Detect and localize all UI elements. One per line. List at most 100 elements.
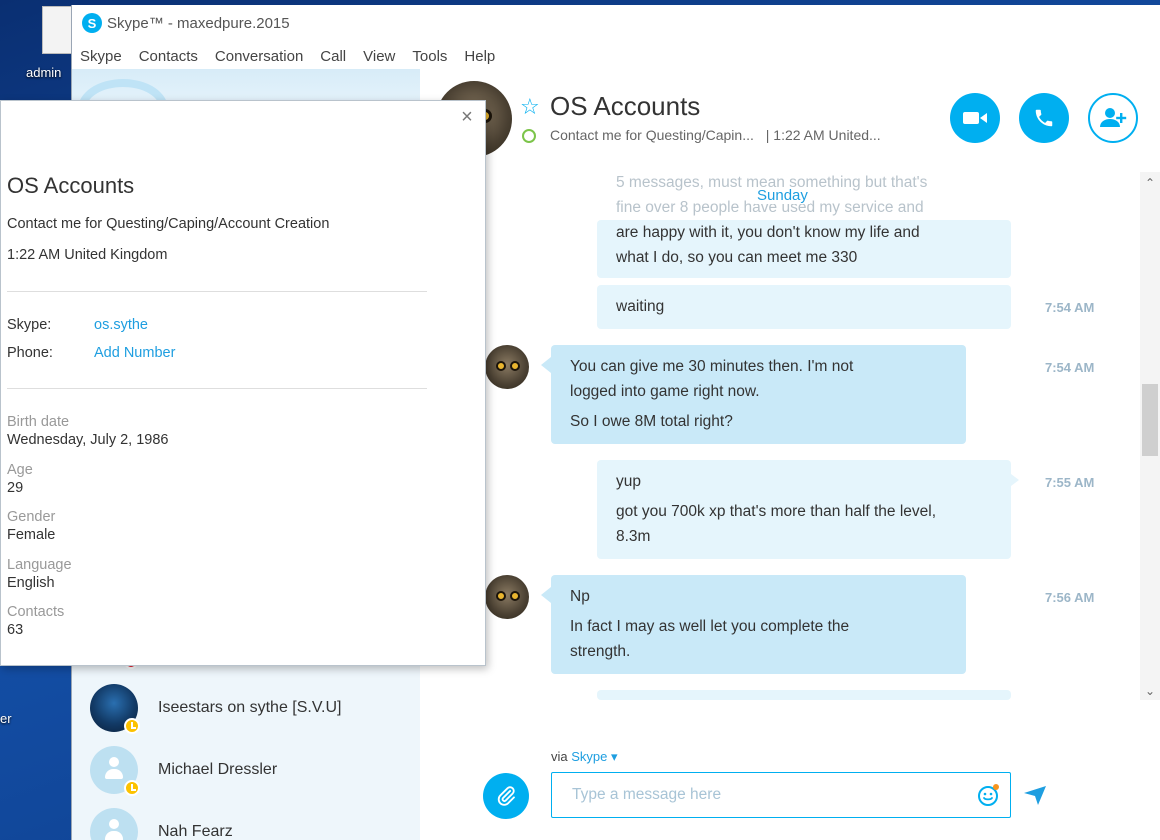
message-bubble-outgoing[interactable]: waiting — [597, 285, 1011, 329]
message-bubble-incoming[interactable]: You can give me 30 minutes then. I'm not… — [541, 345, 966, 444]
message-line: In fact I may as well let you complete t… — [570, 618, 850, 635]
menu-view[interactable]: View — [363, 48, 395, 65]
message-input[interactable] — [551, 772, 1011, 818]
contacts-count-label: Contacts — [7, 604, 65, 620]
paperclip-icon — [497, 786, 515, 806]
conversation-mood: Contact me for Questing/Capin... | 1:22 … — [550, 127, 881, 143]
message-timestamp: 7:55 AM — [1045, 475, 1095, 490]
contact-name: Nah Fearz — [158, 823, 233, 840]
title-bar: S Skype™ - maxedpure.2015 — [72, 5, 1160, 41]
message-line: 8.3m — [616, 528, 651, 545]
menu-skype[interactable]: Skype — [80, 48, 122, 65]
profile-name: OS Accounts — [7, 173, 135, 198]
owl-eye-right — [510, 591, 520, 601]
via-selector[interactable]: via Skype ▾ — [551, 749, 618, 765]
profile-mood: Contact me for Questing/Caping/Account C… — [7, 216, 330, 232]
message-bubble-incoming[interactable]: Np In fact I may as well let you complet… — [541, 575, 966, 674]
voice-call-button[interactable] — [1019, 93, 1069, 143]
message-timestamp: 7:56 AM — [1045, 590, 1095, 605]
birth-date-label: Birth date — [7, 414, 70, 430]
scroll-up-icon[interactable]: ⌃ — [1140, 174, 1160, 192]
mood-text: Contact me for Questing/Capin... — [550, 127, 754, 143]
add-person-icon — [1100, 108, 1127, 127]
scroll-down-icon[interactable]: ⌄ — [1140, 682, 1160, 700]
owl-eye-left — [496, 591, 506, 601]
avatar — [90, 684, 140, 734]
gender-value: Female — [7, 527, 56, 543]
contact-item[interactable]: Michael Dressler — [90, 744, 410, 796]
contact-name: Iseestars on sythe [S.V.U] — [158, 699, 342, 716]
skype-name-link[interactable]: os.sythe — [94, 317, 148, 333]
language-value: English — [7, 575, 55, 591]
avatar — [90, 746, 140, 796]
divider — [7, 291, 427, 292]
video-camera-icon — [963, 112, 987, 124]
profile-popup: × OS Accounts Contact me for Questing/Ca… — [0, 100, 486, 666]
birth-date-value: Wednesday, July 2, 1986 — [7, 432, 169, 448]
away-status-icon — [124, 780, 140, 796]
online-status-icon — [522, 129, 536, 143]
message-line: strength. — [570, 643, 631, 660]
away-status-icon — [124, 718, 140, 734]
add-number-link[interactable]: Add Number — [94, 345, 175, 361]
day-separator: Sunday — [755, 187, 810, 204]
sender-avatar[interactable] — [485, 575, 529, 619]
desktop-file-icon[interactable] — [42, 6, 72, 54]
language-label: Language — [7, 557, 72, 573]
close-icon[interactable]: × — [457, 107, 477, 127]
person-icon — [105, 757, 123, 783]
send-arrow-icon — [1024, 786, 1046, 805]
age-label: Age — [7, 462, 33, 478]
favorite-star-icon[interactable]: ☆ — [520, 95, 540, 120]
menu-contacts[interactable]: Contacts — [139, 48, 198, 65]
contacts-count-value: 63 — [7, 622, 24, 638]
owl-eye-right — [510, 361, 520, 371]
local-time: | 1:22 AM United... — [765, 127, 881, 143]
scroll-thumb[interactable] — [1142, 384, 1158, 456]
skype-logo-icon: S — [82, 13, 102, 33]
profile-location: 1:22 AM United Kingdom — [7, 247, 168, 263]
message-line: got you 700k xp that's more than half th… — [616, 503, 937, 520]
send-button[interactable] — [1022, 783, 1048, 807]
message-line: yup — [616, 473, 641, 490]
message-scrollbar[interactable]: ⌃ ⌄ — [1140, 172, 1160, 700]
smiley-icon — [978, 784, 999, 806]
add-people-button[interactable] — [1088, 93, 1138, 143]
gender-label: Gender — [7, 509, 56, 525]
conversation-name[interactable]: OS Accounts — [550, 91, 700, 122]
compose-area — [420, 700, 1160, 840]
phone-icon — [1035, 109, 1053, 127]
video-call-button[interactable] — [950, 93, 1000, 143]
contact-item[interactable]: Nah Fearz — [90, 806, 410, 840]
divider — [7, 388, 427, 389]
contact-item[interactable]: Iseestars on sythe [S.V.U] — [90, 682, 410, 734]
message-line: are happy with it, you don't know my lif… — [616, 224, 920, 241]
contact-name: Michael Dressler — [158, 761, 278, 778]
menu-conversation[interactable]: Conversation — [215, 48, 303, 65]
emoticon-button[interactable] — [977, 783, 1001, 807]
message-line: what I do, so you can meet me 330 — [616, 249, 858, 266]
menu-call[interactable]: Call — [320, 48, 346, 65]
message-line: logged into game right now. — [570, 383, 760, 400]
age-value: 29 — [7, 480, 24, 496]
skype-label: Skype: — [7, 317, 52, 333]
message-bubble-outgoing[interactable]: are happy with it, you don't know my lif… — [597, 220, 1011, 278]
message-timestamp: 7:54 AM — [1045, 300, 1095, 315]
message-line: So I owe 8M total right? — [570, 413, 733, 430]
menu-bar: Skype Contacts Conversation Call View To… — [72, 43, 512, 69]
message-line: You can give me 30 minutes then. I'm not — [570, 358, 854, 375]
sender-avatar[interactable] — [485, 345, 529, 389]
attach-button[interactable] — [483, 773, 529, 819]
phone-label: Phone: — [7, 345, 53, 361]
owl-eye-left — [496, 361, 506, 371]
message-bubble-outgoing[interactable] — [597, 690, 1011, 700]
via-prefix: via — [551, 749, 568, 764]
desktop-icon-label-2: er — [0, 711, 12, 726]
menu-help[interactable]: Help — [464, 48, 495, 65]
person-icon — [105, 819, 123, 840]
message-line: waiting — [616, 298, 665, 315]
message-bubble-outgoing[interactable]: yup got you 700k xp that's more than hal… — [597, 460, 1019, 559]
message-line: Np — [570, 588, 590, 605]
menu-tools[interactable]: Tools — [412, 48, 447, 65]
via-service-link[interactable]: Skype ▾ — [571, 749, 617, 764]
